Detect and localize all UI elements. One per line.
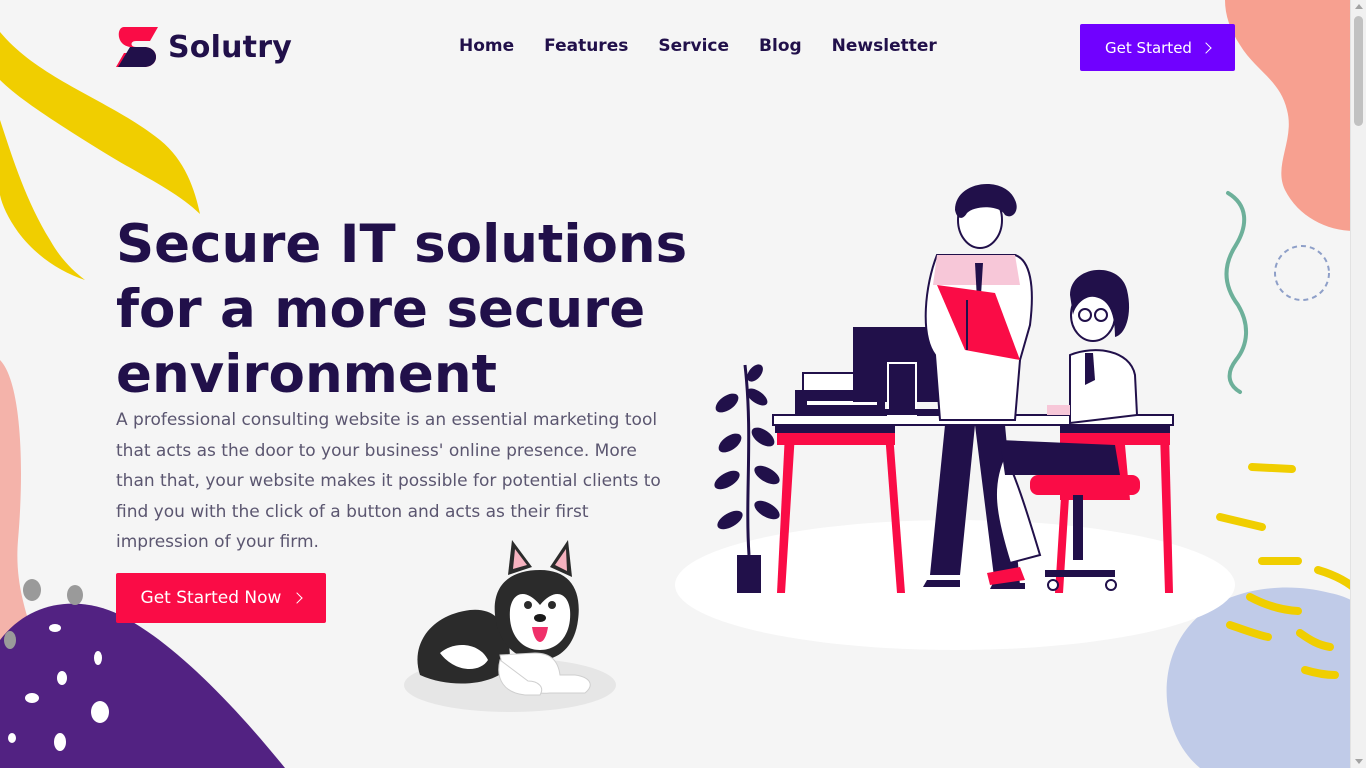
brand-name: Solutry xyxy=(168,29,292,65)
main-nav: Home Features Service Blog Newsletter xyxy=(459,36,937,56)
green-squiggle-decoration xyxy=(1224,191,1248,394)
nav-item-newsletter[interactable]: Newsletter xyxy=(832,36,937,56)
get-started-now-label: Get Started Now xyxy=(140,588,282,608)
chevron-right-icon xyxy=(1200,41,1212,54)
scroll-down-arrow-icon[interactable] xyxy=(1355,759,1363,764)
lavender-blob-decoration xyxy=(1166,587,1366,768)
coral-blob-decoration xyxy=(1225,0,1366,231)
nav-item-home[interactable]: Home xyxy=(459,36,514,56)
nav-item-service[interactable]: Service xyxy=(658,36,729,56)
yellow-dashes-decoration xyxy=(1216,463,1364,679)
page-scrollbar[interactable] xyxy=(1350,0,1366,768)
scroll-up-arrow-icon[interactable] xyxy=(1355,4,1363,9)
scrollbar-thumb[interactable] xyxy=(1354,16,1363,126)
hero-description: A professional consulting website is an … xyxy=(116,410,661,552)
get-started-button[interactable]: Get Started xyxy=(1080,24,1235,71)
husky-dog-illustration xyxy=(404,540,616,712)
dashed-circle-decoration xyxy=(1274,245,1330,301)
office-team-illustration xyxy=(675,183,1235,650)
get-started-label: Get Started xyxy=(1105,38,1192,57)
solutry-s-logo-icon xyxy=(116,27,158,67)
brand-logo[interactable]: Solutry xyxy=(116,27,292,67)
hero-title: Secure IT solutions for a more secure en… xyxy=(116,214,688,405)
nav-item-features[interactable]: Features xyxy=(544,36,628,56)
get-started-now-button[interactable]: Get Started Now xyxy=(116,573,326,623)
chevron-right-icon xyxy=(291,592,304,604)
nav-item-blog[interactable]: Blog xyxy=(759,36,802,56)
